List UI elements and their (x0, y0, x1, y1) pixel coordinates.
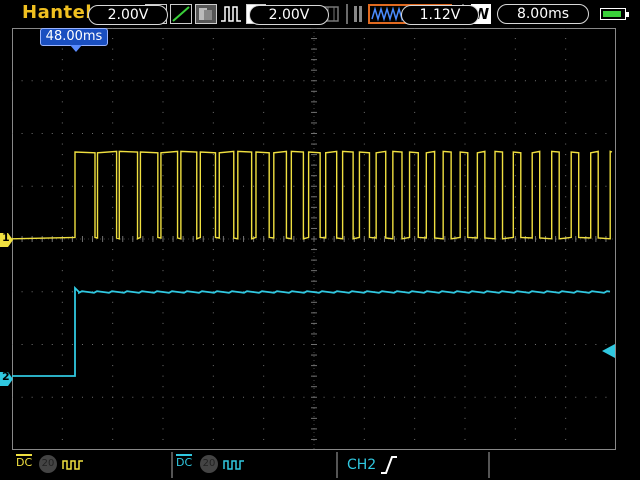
ch1-marker-label: 1 (2, 231, 10, 244)
graticule (12, 28, 616, 450)
ch1-probe-icon: 20 (39, 455, 57, 473)
pulse-icon[interactable] (220, 4, 242, 24)
bar-icon (352, 4, 364, 24)
toolbar-separator (346, 4, 348, 24)
rising-edge-icon (380, 455, 398, 479)
ch2-ground-marker[interactable]: 2 (0, 370, 14, 386)
trigger-source-label[interactable]: CH2 (347, 457, 376, 473)
ch2-bandwidth-icon (223, 455, 245, 477)
ch1-trace (12, 150, 613, 240)
ch2-probe-label: 20 (202, 458, 216, 469)
ch2-marker-label: 2 (2, 370, 10, 383)
ch2-coupling-label: DC (176, 456, 193, 469)
bottom-status-bar (0, 450, 640, 480)
ch1-ground-marker[interactable]: 1 (0, 231, 14, 247)
ch2-volts-div-readout[interactable]: 2.00V (249, 5, 329, 25)
trigger-level-readout[interactable]: 1.12V (401, 5, 479, 25)
ch1-volts-div-readout[interactable]: 2.00V (88, 5, 168, 25)
ch1-coupling-label: DC (16, 456, 33, 469)
trigger-position-marker[interactable] (70, 45, 82, 52)
ch2-probe-icon: 20 (200, 455, 218, 473)
brand-logo: Hantek (22, 2, 98, 23)
timebase-readout[interactable]: 8.00ms (497, 4, 589, 24)
ch1-probe-label: 20 (41, 458, 55, 469)
waveform-display[interactable] (12, 28, 616, 450)
ch2-trace (12, 285, 611, 377)
ch1-bandwidth-icon (62, 455, 84, 477)
trigger-level-marker[interactable] (602, 343, 616, 358)
bottom-separator (336, 452, 338, 478)
ch2-coupling-icon: DC (176, 454, 192, 468)
ch1-coupling-icon: DC (16, 454, 32, 468)
battery-icon (600, 8, 629, 20)
persist-icon[interactable] (195, 4, 217, 24)
bottom-separator (171, 452, 173, 478)
vector-icon[interactable] (170, 4, 192, 24)
bottom-separator (488, 452, 490, 478)
trigger-position-readout[interactable]: 48.00ms (40, 28, 108, 46)
